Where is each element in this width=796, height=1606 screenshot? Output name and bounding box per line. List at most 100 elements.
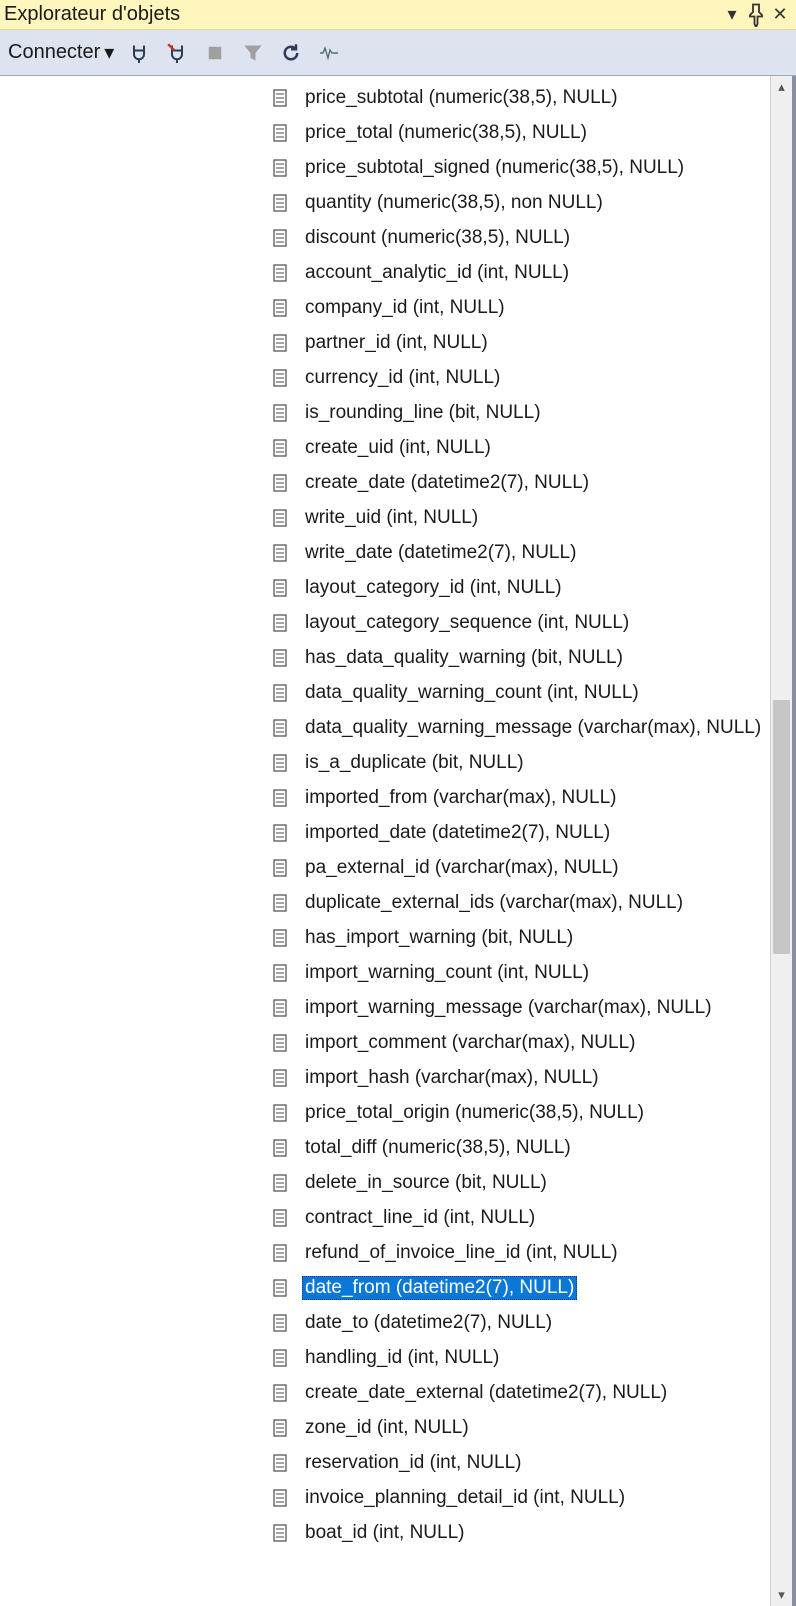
scroll-thumb[interactable] (773, 700, 790, 954)
column-label: delete_in_source (bit, NULL) (302, 1171, 550, 1195)
close-button[interactable]: ✕ (768, 3, 792, 27)
scroll-down-button[interactable]: ▾ (771, 1584, 792, 1606)
column-label: create_uid (int, NULL) (302, 436, 494, 460)
column-row[interactable]: quantity (numeric(38,5), non NULL) (0, 185, 770, 220)
column-label: account_analytic_id (int, NULL) (302, 261, 572, 285)
column-row[interactable]: create_date (datetime2(7), NULL) (0, 465, 770, 500)
column-row[interactable]: reservation_id (int, NULL) (0, 1445, 770, 1480)
column-row[interactable]: create_date_external (datetime2(7), NULL… (0, 1375, 770, 1410)
column-row[interactable]: contract_line_id (int, NULL) (0, 1200, 770, 1235)
column-row[interactable]: layout_category_id (int, NULL) (0, 570, 770, 605)
column-icon (270, 332, 290, 354)
column-row[interactable]: company_id (int, NULL) (0, 290, 770, 325)
column-row[interactable]: boat_id (int, NULL) (0, 1515, 770, 1550)
connect-button[interactable]: Connecter ▾ (8, 40, 114, 65)
column-row[interactable]: import_hash (varchar(max), NULL) (0, 1060, 770, 1095)
column-row[interactable]: price_total_origin (numeric(38,5), NULL) (0, 1095, 770, 1130)
column-row[interactable]: duplicate_external_ids (varchar(max), NU… (0, 885, 770, 920)
column-row[interactable]: currency_id (int, NULL) (0, 360, 770, 395)
tree-view[interactable]: price_subtotal (numeric(38,5), NULL) pric… (0, 76, 770, 1606)
column-row[interactable]: handling_id (int, NULL) (0, 1340, 770, 1375)
column-row[interactable]: layout_category_sequence (int, NULL) (0, 605, 770, 640)
column-icon (270, 1102, 290, 1124)
column-label: imported_date (datetime2(7), NULL) (302, 821, 613, 845)
connect-label: Connecter (8, 41, 100, 64)
pin-button[interactable] (744, 3, 768, 27)
column-icon (270, 507, 290, 529)
column-row[interactable]: refund_of_invoice_line_id (int, NULL) (0, 1235, 770, 1270)
column-label: handling_id (int, NULL) (302, 1346, 502, 1370)
column-row[interactable]: pa_external_id (varchar(max), NULL) (0, 850, 770, 885)
column-row[interactable]: import_warning_count (int, NULL) (0, 955, 770, 990)
column-label: date_to (datetime2(7), NULL) (302, 1311, 555, 1335)
column-label: invoice_planning_detail_id (int, NULL) (302, 1486, 628, 1510)
column-icon (270, 1172, 290, 1194)
column-row[interactable]: data_quality_warning_message (varchar(ma… (0, 710, 770, 745)
column-row[interactable]: imported_date (datetime2(7), NULL) (0, 815, 770, 850)
column-icon (270, 1207, 290, 1229)
column-row[interactable]: discount (numeric(38,5), NULL) (0, 220, 770, 255)
column-icon (270, 192, 290, 214)
column-row[interactable]: partner_id (int, NULL) (0, 325, 770, 360)
column-label: layout_category_id (int, NULL) (302, 576, 565, 600)
column-row[interactable]: is_a_duplicate (bit, NULL) (0, 745, 770, 780)
column-icon (270, 1137, 290, 1159)
column-row[interactable]: imported_from (varchar(max), NULL) (0, 780, 770, 815)
refresh-icon[interactable] (278, 40, 304, 66)
column-icon (270, 157, 290, 179)
column-label: refund_of_invoice_line_id (int, NULL) (302, 1241, 621, 1265)
column-label: data_quality_warning_message (varchar(ma… (302, 716, 764, 740)
column-row[interactable]: invoice_planning_detail_id (int, NULL) (0, 1480, 770, 1515)
window-options-button[interactable]: ▾ (720, 3, 744, 27)
column-row[interactable]: is_rounding_line (bit, NULL) (0, 395, 770, 430)
column-row[interactable]: create_uid (int, NULL) (0, 430, 770, 465)
scroll-up-button[interactable]: ▴ (771, 76, 792, 98)
column-label: has_data_quality_warning (bit, NULL) (302, 646, 626, 670)
column-row[interactable]: total_diff (numeric(38,5), NULL) (0, 1130, 770, 1165)
disconnect-icon[interactable] (164, 40, 190, 66)
column-icon (270, 997, 290, 1019)
column-row[interactable]: account_analytic_id (int, NULL) (0, 255, 770, 290)
scrollbar[interactable]: ▴ ▾ (770, 76, 792, 1606)
column-row[interactable]: price_subtotal (numeric(38,5), NULL) (0, 80, 770, 115)
column-label: price_subtotal_signed (numeric(38,5), NU… (302, 156, 687, 180)
column-row[interactable]: data_quality_warning_count (int, NULL) (0, 675, 770, 710)
column-row[interactable]: price_subtotal_signed (numeric(38,5), NU… (0, 150, 770, 185)
column-icon (270, 1417, 290, 1439)
column-icon (270, 1347, 290, 1369)
column-row[interactable]: date_from (datetime2(7), NULL) (0, 1270, 770, 1305)
column-row[interactable]: import_warning_message (varchar(max), NU… (0, 990, 770, 1025)
column-label: pa_external_id (varchar(max), NULL) (302, 856, 622, 880)
column-label: company_id (int, NULL) (302, 296, 508, 320)
column-label: create_date (datetime2(7), NULL) (302, 471, 592, 495)
column-label: quantity (numeric(38,5), non NULL) (302, 191, 606, 215)
column-icon (270, 857, 290, 879)
column-row[interactable]: date_to (datetime2(7), NULL) (0, 1305, 770, 1340)
column-label: price_total (numeric(38,5), NULL) (302, 121, 590, 145)
column-label: import_hash (varchar(max), NULL) (302, 1066, 602, 1090)
column-row[interactable]: import_comment (varchar(max), NULL) (0, 1025, 770, 1060)
column-icon (270, 1312, 290, 1334)
column-label: data_quality_warning_count (int, NULL) (302, 681, 642, 705)
column-row[interactable]: write_uid (int, NULL) (0, 500, 770, 535)
column-row[interactable]: zone_id (int, NULL) (0, 1410, 770, 1445)
column-label: has_import_warning (bit, NULL) (302, 926, 576, 950)
column-row[interactable]: has_import_warning (bit, NULL) (0, 920, 770, 955)
column-label: import_comment (varchar(max), NULL) (302, 1031, 638, 1055)
panel-titlebar: Explorateur d'objets ▾ ✕ (0, 0, 796, 30)
activity-icon[interactable] (316, 40, 342, 66)
connect-icon[interactable] (126, 40, 152, 66)
column-icon (270, 577, 290, 599)
column-row[interactable]: write_date (datetime2(7), NULL) (0, 535, 770, 570)
column-row[interactable]: price_total (numeric(38,5), NULL) (0, 115, 770, 150)
column-row[interactable]: has_data_quality_warning (bit, NULL) (0, 640, 770, 675)
column-icon (270, 787, 290, 809)
column-icon (270, 297, 290, 319)
column-row[interactable]: delete_in_source (bit, NULL) (0, 1165, 770, 1200)
column-icon (270, 472, 290, 494)
column-label: write_date (datetime2(7), NULL) (302, 541, 579, 565)
column-icon (270, 927, 290, 949)
column-icon (270, 367, 290, 389)
column-icon (270, 1277, 290, 1299)
column-icon (270, 1452, 290, 1474)
